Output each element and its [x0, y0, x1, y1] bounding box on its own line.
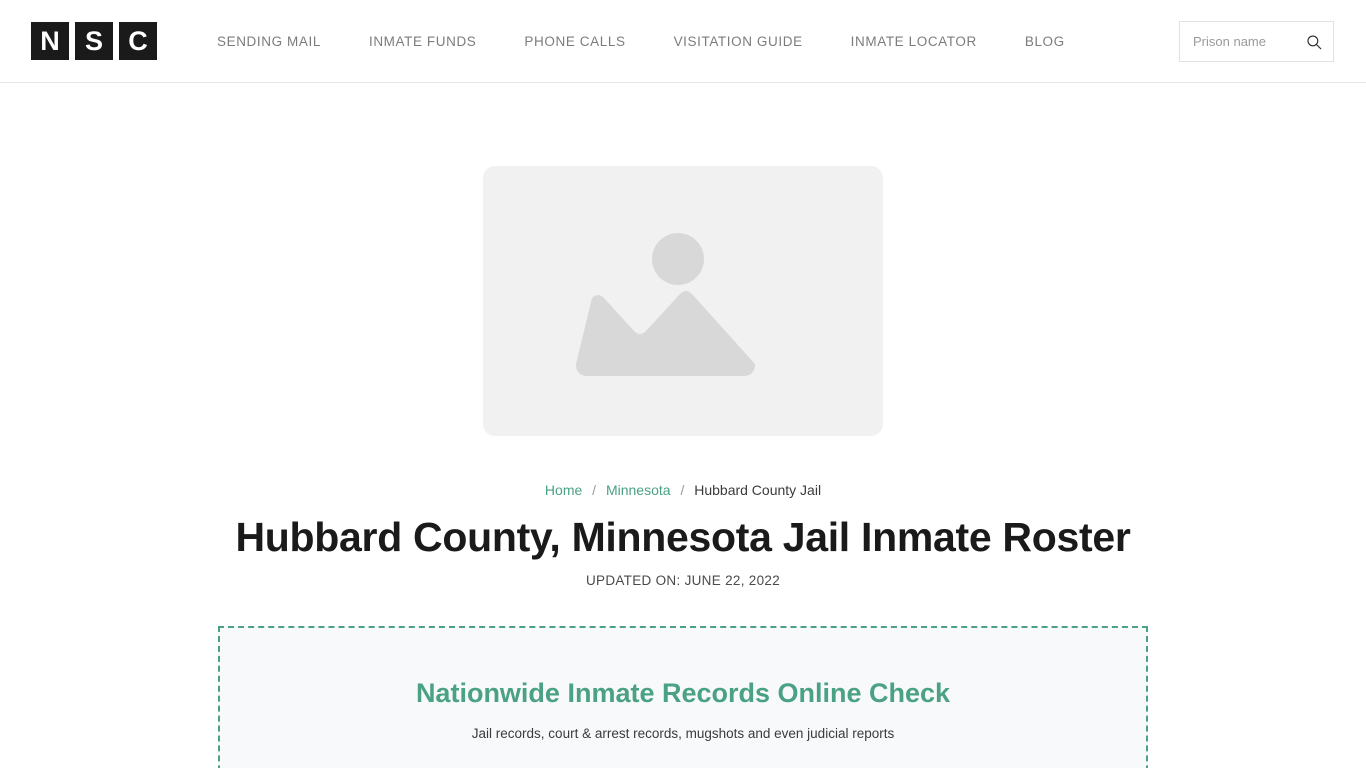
- nav-item-blog[interactable]: BLOG: [1001, 34, 1089, 49]
- nav-item-phone-calls[interactable]: PHONE CALLS: [500, 34, 649, 49]
- hero-image-placeholder: [483, 166, 883, 436]
- updated-on-label: UPDATED ON: JUNE 22, 2022: [585, 573, 781, 588]
- nav-item-sending-mail[interactable]: SENDING MAIL: [193, 34, 345, 49]
- main-navigation: SENDING MAIL INMATE FUNDS PHONE CALLS VI…: [193, 34, 1089, 49]
- logo-tile-n: N: [31, 22, 69, 60]
- breadcrumb-item-current: Hubbard County Jail: [694, 482, 822, 498]
- promo-subtitle: Jail records, court & arrest records, mu…: [471, 726, 895, 741]
- prison-search-input[interactable]: [1193, 34, 1305, 49]
- inmate-records-promo-box: Nationwide Inmate Records Online Check J…: [218, 626, 1148, 768]
- site-header: N S C SENDING MAIL INMATE FUNDS PHONE CA…: [0, 0, 1366, 83]
- breadcrumb-separator-2: /: [680, 482, 685, 498]
- prison-search-box[interactable]: [1179, 21, 1334, 62]
- nav-item-inmate-locator[interactable]: INMATE LOCATOR: [827, 34, 1001, 49]
- breadcrumb-separator-1: /: [592, 482, 597, 498]
- page-main: Home / Minnesota / Hubbard County Jail H…: [0, 83, 1366, 768]
- breadcrumb-item-home[interactable]: Home: [545, 482, 582, 498]
- breadcrumb: Home / Minnesota / Hubbard County Jail: [0, 482, 1366, 498]
- nav-item-visitation-guide[interactable]: VISITATION GUIDE: [650, 34, 827, 49]
- site-logo[interactable]: N S C: [31, 22, 157, 60]
- breadcrumb-item-minnesota[interactable]: Minnesota: [606, 482, 671, 498]
- image-placeholder-icon: [576, 233, 755, 376]
- promo-title: Nationwide Inmate Records Online Check: [415, 678, 951, 708]
- search-icon[interactable]: [1305, 33, 1323, 51]
- page-title: Hubbard County, Minnesota Jail Inmate Ro…: [235, 514, 1131, 560]
- logo-tile-s: S: [75, 22, 113, 60]
- logo-tile-c: C: [119, 22, 157, 60]
- nav-item-inmate-funds[interactable]: INMATE FUNDS: [345, 34, 500, 49]
